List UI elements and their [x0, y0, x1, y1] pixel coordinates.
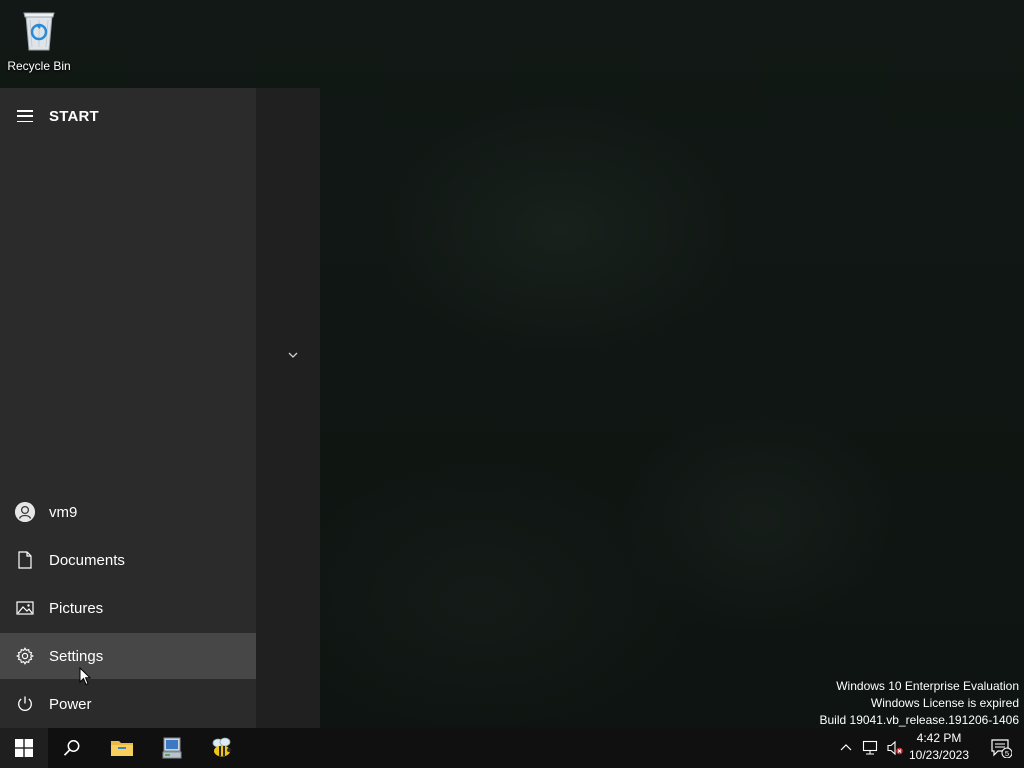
chevron-down-icon[interactable]	[286, 350, 300, 360]
search-button[interactable]	[48, 728, 96, 768]
folder-icon	[111, 741, 133, 756]
start-item-user[interactable]: vm9	[0, 489, 256, 535]
user-avatar-icon	[15, 502, 35, 522]
watermark-edition: Windows 10 Enterprise Evaluation	[836, 679, 1019, 693]
start-menu: START vm9 Documents Pictures Settings Po…	[0, 88, 320, 728]
system-tray	[838, 728, 904, 768]
volume-muted-icon[interactable]	[886, 740, 904, 756]
windows-watermark: Windows 10 Enterprise Evaluation Windows…	[820, 678, 1020, 729]
start-item-power[interactable]: Power	[0, 681, 256, 727]
start-item-pictures[interactable]: Pictures	[0, 585, 256, 631]
desktop-icon-recycle-bin[interactable]: Recycle Bin	[4, 6, 74, 76]
clock-time: 4:42 PM	[916, 731, 962, 745]
desktop-icon-label: Recycle Bin	[7, 59, 71, 73]
start-item-label: Pictures	[49, 599, 104, 617]
start-menu-header[interactable]: START	[0, 88, 256, 144]
watermark-license: Windows License is expired	[870, 696, 1019, 710]
file-explorer-button[interactable]	[98, 728, 146, 768]
start-menu-tiles-pane	[256, 88, 320, 728]
bee-app-button[interactable]	[198, 728, 246, 768]
start-item-label: vm9	[49, 503, 78, 521]
start-menu-title: START	[49, 107, 99, 125]
taskbar: 4:42 PM 10/23/2023 5	[0, 728, 1024, 768]
network-icon[interactable]	[862, 740, 880, 756]
start-menu-left-pane: START vm9 Documents Pictures Settings Po…	[0, 88, 256, 728]
start-item-label: Settings	[49, 647, 104, 665]
start-item-label: Power	[49, 695, 92, 713]
hamburger-menu-icon[interactable]	[17, 110, 33, 122]
recycle-bin-icon	[23, 12, 55, 51]
start-item-settings[interactable]: Settings	[0, 633, 256, 679]
watermark-build: Build 19041.vb_release.191206-1406	[819, 713, 1020, 727]
action-center-button[interactable]: 5	[978, 728, 1024, 768]
gear-icon	[15, 646, 35, 666]
document-icon	[15, 550, 35, 570]
search-icon	[63, 740, 80, 756]
start-item-documents[interactable]: Documents	[0, 537, 256, 583]
start-button[interactable]	[0, 728, 48, 768]
computer-app-icon	[162, 737, 182, 759]
taskbar-clock[interactable]: 4:42 PM 10/23/2023	[904, 730, 974, 764]
power-icon	[15, 694, 35, 714]
pictures-icon	[15, 598, 35, 618]
notification-count: 5	[1005, 749, 1009, 758]
chevron-up-icon[interactable]	[838, 741, 854, 755]
notification-icon: 5	[991, 739, 1012, 758]
windows-logo-icon	[15, 739, 33, 757]
clock-date: 10/23/2023	[908, 748, 970, 762]
bee-app-icon	[212, 737, 231, 757]
network-app-button[interactable]	[148, 728, 196, 768]
start-item-label: Documents	[49, 551, 125, 569]
